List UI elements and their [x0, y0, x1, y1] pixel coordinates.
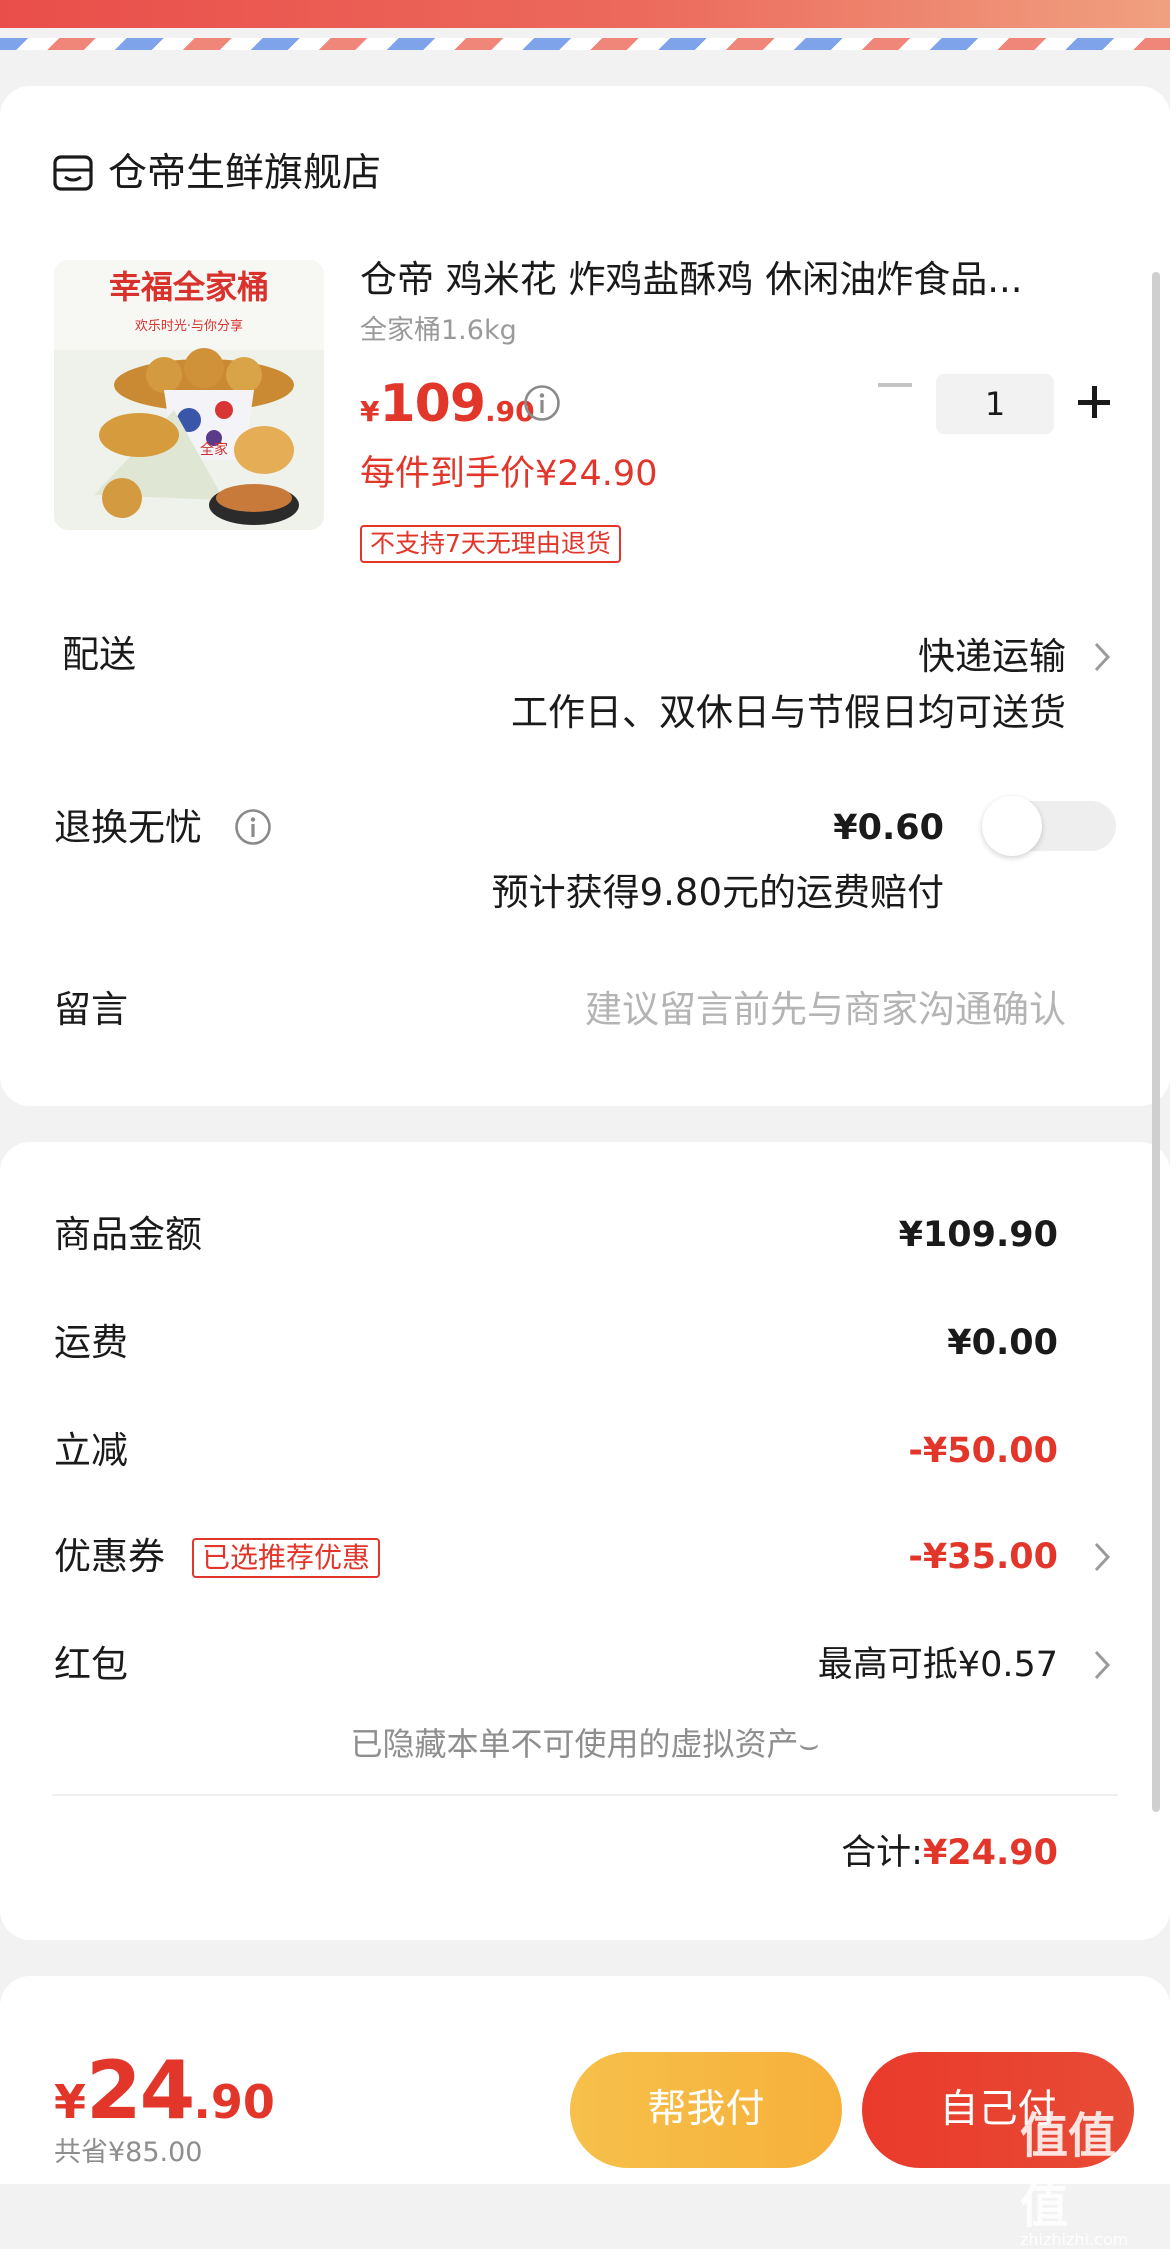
- address-envelope-border: [0, 38, 1170, 50]
- store-icon: [53, 155, 93, 191]
- price-info-icon[interactable]: [523, 384, 561, 422]
- price-symbol: ¥: [360, 395, 380, 428]
- red-packet-chevron-right-icon[interactable]: [1093, 1649, 1111, 1681]
- quantity-value[interactable]: 1: [936, 374, 1054, 434]
- delivery-method[interactable]: 快递运输: [918, 632, 1066, 682]
- quantity-decrease-button[interactable]: [878, 383, 912, 387]
- red-packet-value[interactable]: 最高可抵¥0.57: [818, 1640, 1058, 1690]
- product-title[interactable]: 仓帝 鸡米花 炸鸡盐酥鸡 休闲油炸食品...: [360, 254, 1080, 306]
- coupon-chevron-right-icon[interactable]: [1093, 1541, 1111, 1573]
- delivery-note: 工作日、双休日与节假日均可送货: [511, 691, 1066, 734]
- product-price: ¥109.90: [360, 374, 535, 434]
- instant-discount-label: 立减: [54, 1429, 128, 1472]
- product-image-headline: 幸福全家桶: [109, 268, 269, 306]
- coupon-label: 优惠券: [54, 1535, 165, 1578]
- shipping-fee-value: ¥0.00: [947, 1323, 1058, 1363]
- delivery-chevron-right-icon[interactable]: [1093, 641, 1111, 673]
- return-policy-tag: 不支持7天无理由退货: [360, 525, 621, 563]
- checkout-total-symbol: ¥: [54, 2075, 87, 2129]
- goods-amount-value: ¥109.90: [898, 1215, 1058, 1255]
- scrollbar[interactable]: [1152, 272, 1160, 1812]
- return-insurance-note: 预计获得9.80元的运费赔付: [491, 871, 944, 914]
- checkout-total-integer: 24: [86, 2044, 195, 2137]
- return-insurance-toggle[interactable]: [982, 796, 1116, 856]
- product-image-tagline: 欢乐时光·与你分享: [135, 318, 243, 334]
- message-label: 留言: [54, 988, 128, 1031]
- help-me-pay-button[interactable]: 帮我付: [570, 2052, 842, 2168]
- message-input[interactable]: 建议留言前先与商家沟通确认: [585, 985, 1066, 1035]
- red-packet-label: 红包: [54, 1643, 128, 1686]
- summary-divider: [52, 1794, 1118, 1796]
- site-watermark: 值值值 zhizhizhi.com: [1020, 2096, 1160, 2249]
- hidden-assets-note[interactable]: 已隐藏本单不可使用的虚拟资产⌣: [0, 1722, 1170, 1766]
- order-total: 合计:¥24.90: [841, 1828, 1058, 1884]
- goods-amount-label: 商品金额: [54, 1213, 202, 1256]
- return-insurance-label: 退换无忧: [54, 806, 202, 849]
- order-total-value: ¥24.90: [922, 1833, 1058, 1873]
- coupon-value[interactable]: -¥35.00: [908, 1532, 1058, 1582]
- top-header-gradient: [0, 0, 1170, 28]
- watermark-sub: zhizhizhi.com: [1020, 2230, 1129, 2249]
- order-item-card: [0, 86, 1170, 1106]
- shipping-fee-label: 运费: [54, 1321, 128, 1364]
- toggle-knob[interactable]: [982, 796, 1042, 856]
- coupon-selected-tag: 已选推荐优惠: [192, 1538, 381, 1578]
- product-image[interactable]: 幸福全家桶 欢乐时光·与你分享 全家: [54, 260, 324, 530]
- return-insurance-info-icon[interactable]: [234, 808, 272, 846]
- quantity-increase-button[interactable]: [1078, 386, 1110, 418]
- deal-price: 每件到手价¥24.90: [360, 454, 658, 494]
- checkout-total: ¥24.90: [54, 2044, 275, 2137]
- watermark-main: 值值值: [1020, 2108, 1117, 2234]
- product-spec[interactable]: 全家桶1.6kg: [360, 312, 517, 350]
- price-integer: 109: [379, 374, 486, 434]
- instant-discount-value: -¥50.00: [908, 1431, 1058, 1471]
- total-saved: 共省¥85.00: [54, 2137, 203, 2168]
- order-total-label: 合计:: [841, 1833, 923, 1873]
- checkout-total-decimal: .90: [193, 2075, 275, 2129]
- product-image-bucket-label: 全家: [200, 441, 228, 458]
- delivery-label: 配送: [62, 633, 136, 676]
- store-name[interactable]: 仓帝生鲜旗舰店: [108, 148, 381, 200]
- return-insurance-price: ¥0.60: [833, 808, 944, 848]
